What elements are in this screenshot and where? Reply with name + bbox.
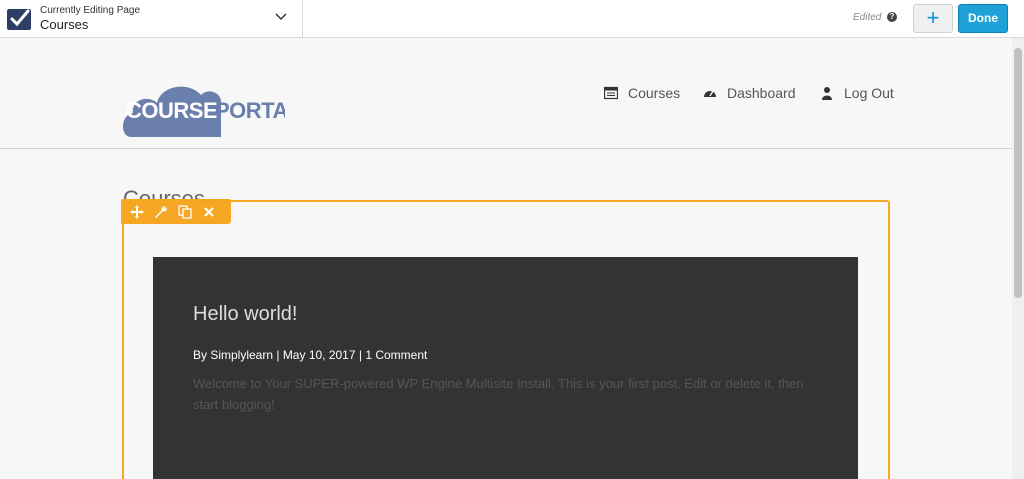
scrollbar-thumb[interactable] xyxy=(1014,48,1022,298)
svg-text:PORTAL: PORTAL xyxy=(215,98,285,123)
nav-dashboard[interactable]: Dashboard xyxy=(703,84,796,102)
module-toolbar xyxy=(121,199,231,224)
post-excerpt: Welcome to Your SUPER-powered WP Engine … xyxy=(193,376,804,412)
table-list-icon xyxy=(604,86,618,100)
move-icon[interactable] xyxy=(129,204,145,220)
nav-logout-label[interactable]: Log Out xyxy=(844,85,894,101)
user-icon xyxy=(822,87,832,100)
done-button[interactable]: Done xyxy=(958,4,1008,33)
svg-text:COURSE: COURSE xyxy=(126,98,217,123)
nav-courses[interactable]: Courses xyxy=(604,84,680,102)
nav-dashboard-label[interactable]: Dashboard xyxy=(727,85,796,101)
editing-page-name[interactable]: Courses xyxy=(40,17,88,32)
copy-icon[interactable] xyxy=(177,204,193,220)
course-portal-logo[interactable]: COURSE PORTAL xyxy=(123,75,285,137)
post-card: Hello world! By Simplylearn | May 10, 20… xyxy=(153,257,858,479)
editing-label: Currently Editing Page xyxy=(40,5,141,16)
chevron-down-icon[interactable] xyxy=(274,12,288,22)
add-content-button[interactable]: + xyxy=(913,4,953,33)
checkbox-icon[interactable] xyxy=(6,7,34,31)
site-header: COURSE PORTAL Courses Dashboard Log Out xyxy=(0,38,1012,149)
dashboard-gauge-icon xyxy=(704,90,716,97)
builder-topbar: Currently Editing Page Courses Edited ? … xyxy=(0,0,1024,38)
post-title[interactable]: Hello world! xyxy=(193,303,297,326)
close-icon[interactable] xyxy=(201,204,217,220)
nav-logout[interactable]: Log Out xyxy=(820,84,894,102)
help-icon[interactable]: ? xyxy=(887,12,897,22)
wrench-icon[interactable] xyxy=(153,204,169,220)
topbar-divider xyxy=(302,0,303,38)
post-meta[interactable]: By Simplylearn | May 10, 2017 | 1 Commen… xyxy=(193,348,427,362)
nav-courses-label[interactable]: Courses xyxy=(628,85,680,101)
edited-status: Edited xyxy=(853,12,882,23)
scrollbar[interactable] xyxy=(1012,38,1024,479)
